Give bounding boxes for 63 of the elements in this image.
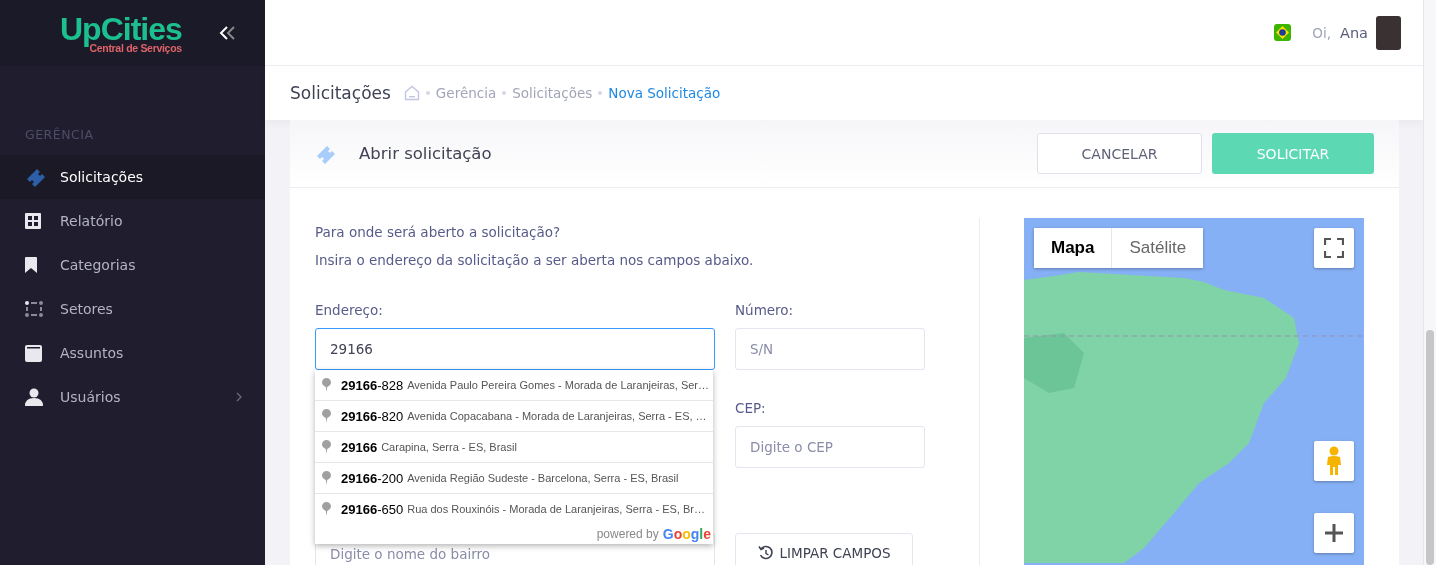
person-icon xyxy=(1326,446,1342,476)
breadcrumb-link[interactable]: Nova Solicitação xyxy=(608,85,721,101)
map-type-tab[interactable]: Satélite xyxy=(1112,228,1204,268)
suggestion-item[interactable]: 29166 Carapina, Serra - ES, Brasil xyxy=(315,431,713,462)
dotted-square-icon xyxy=(25,301,43,317)
suggestion-item[interactable]: 29166-828 Avenida Paulo Pereira Gomes - Morada de Laranjeiras, Ser… xyxy=(315,370,713,400)
sidebar-item[interactable]: Assuntos xyxy=(0,331,265,375)
suggestion-item[interactable]: 29166-200 Avenida Região Sudeste - Barcelona, Serra - ES, Brasil xyxy=(315,462,713,493)
logo: UpCities Central de Serviços xyxy=(60,12,182,54)
map-type-tab[interactable]: Mapa xyxy=(1034,228,1113,268)
location-pin-icon xyxy=(322,440,331,454)
double-chevron-left-icon[interactable] xyxy=(219,26,237,40)
bookmark-icon xyxy=(25,257,37,273)
page-title: Solicitações xyxy=(290,83,391,103)
suggestion-address: Avenida Copacabana - Morada de Laranjeiras, Serra - ES, … xyxy=(407,410,707,422)
chevron-right-icon xyxy=(236,392,242,402)
suggestion-code: 29166-200 xyxy=(341,470,404,486)
cancel-button[interactable]: CANCELAR xyxy=(1037,133,1202,174)
location-pin-icon xyxy=(322,471,331,485)
greeting-text: Oi, xyxy=(1312,24,1331,41)
section-title: GERÊNCIA xyxy=(24,126,95,144)
suggestion-address: Rua dos Rouxinóis - Morada de Laranjeiras, Serra - ES, Br… xyxy=(407,503,705,515)
sidebar-item[interactable]: Setores xyxy=(0,287,265,331)
field-label: CEP: xyxy=(735,400,767,418)
card-title: Abrir solicitação xyxy=(359,144,492,163)
suggestion-code: 29166 xyxy=(341,439,378,455)
ticket-icon xyxy=(315,143,337,164)
suggestion-item[interactable]: 29166-820 Avenida Copacabana - Morada de Laranjeiras, Serra - ES, … xyxy=(315,400,713,431)
user-name: Ana xyxy=(1340,24,1368,41)
suggestion-address: Avenida Paulo Pereira Gomes - Morada de Laranjeiras, Ser… xyxy=(407,379,710,391)
address-field[interactable]: 29166 xyxy=(315,328,715,370)
clear-fields-button[interactable]: LIMPAR CAMPOS xyxy=(735,533,913,565)
cep-field[interactable]: Digite o CEP xyxy=(735,426,925,468)
zoom-in-button[interactable] xyxy=(1314,513,1354,553)
suggestion-item[interactable]: 29166-650 Rua dos Rouxinóis - Morada de Laranjeiras, Serra - ES, Br… xyxy=(315,493,713,524)
sidebar-item[interactable]: Usuários xyxy=(0,375,265,419)
number-field[interactable]: S/N xyxy=(735,328,925,370)
field-label: Endereço: xyxy=(315,302,384,320)
history-icon xyxy=(757,545,774,561)
grid-icon xyxy=(25,213,41,229)
fullscreen-icon xyxy=(1324,238,1344,258)
suggestion-address: Avenida Região Sudeste - Barcelona, Serra - ES, Brasil xyxy=(407,472,679,484)
fullscreen-button[interactable] xyxy=(1314,228,1354,268)
sidebar-item[interactable]: Categorias xyxy=(0,243,265,287)
user-icon xyxy=(25,388,43,406)
suggestion-code: 29166-650 xyxy=(341,501,404,517)
location-pin-icon xyxy=(322,409,331,423)
ticket-icon xyxy=(25,167,47,187)
sidebar-item[interactable]: Solicitações xyxy=(0,155,265,199)
location-pin-icon xyxy=(322,502,331,516)
field-label: Número: xyxy=(735,302,795,320)
location-pin-icon xyxy=(322,378,331,392)
suggestion-code: 29166-828 xyxy=(341,377,404,393)
avatar-placeholder[interactable] xyxy=(1376,15,1401,50)
scrollbar[interactable] xyxy=(1423,0,1436,565)
suggestion-code: 29166-820 xyxy=(341,408,404,424)
box-icon xyxy=(25,344,42,362)
sidebar-item[interactable]: Relatório xyxy=(0,199,265,243)
intro-text: Para onde será aberto a solicitação? xyxy=(315,223,562,242)
suggestion-address: Carapina, Serra - ES, Brasil xyxy=(381,441,517,453)
brazil-flag-icon[interactable] xyxy=(1274,24,1292,41)
plus-icon xyxy=(1325,524,1343,542)
intro-text: Insira o endereço da solicitação a ser aberta nos campos abaixo. xyxy=(315,251,755,270)
